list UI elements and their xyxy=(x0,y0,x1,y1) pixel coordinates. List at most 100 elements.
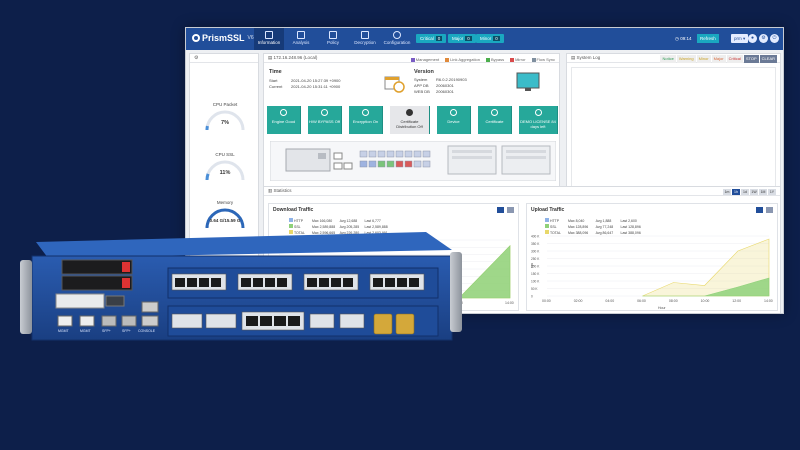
log-clear-button[interactable]: CLEAR xyxy=(759,55,777,63)
refresh-button[interactable]: Refresh xyxy=(697,34,719,43)
drive-bay-2[interactable] xyxy=(61,275,133,291)
alert-minor-badge[interactable]: Minor 0 xyxy=(476,34,504,43)
level-label: Critical xyxy=(728,56,741,61)
chart-title: Download Traffic xyxy=(273,207,314,213)
log-level-notice[interactable]: Notice xyxy=(660,55,676,63)
sidebar-header: ⚙ xyxy=(190,54,258,63)
shield-icon xyxy=(329,31,337,39)
server-icon xyxy=(450,109,457,116)
resource-gauges-panel: ⚙ CPU Packet 7% CPU SSL 11% Memory 0.64 … xyxy=(189,53,259,257)
tag-icon xyxy=(534,109,542,116)
monitor-icon xyxy=(265,31,273,39)
tab-decryption[interactable]: Decryption xyxy=(350,28,380,50)
gauge-label: Memory xyxy=(216,200,234,205)
bar-chart-icon: ▥ xyxy=(268,188,273,193)
alert-count: 0 xyxy=(435,36,443,41)
range-1y[interactable]: 1Y xyxy=(768,189,776,195)
x-tick-label: 08:00 xyxy=(669,299,678,303)
series-last: 128,896 xyxy=(628,225,641,229)
range-1w[interactable]: 1W xyxy=(750,189,758,195)
series-last: 6,777 xyxy=(372,219,381,223)
tile-engine[interactable]: Engine Good xyxy=(267,106,301,134)
tile-license[interactable]: DEMO LICENSE 84 days left xyxy=(519,106,558,134)
log-level-filters: Notice Warning Minor Major Critical STOP… xyxy=(660,55,777,63)
logout-icon[interactable]: ⏻ xyxy=(770,34,779,43)
device-address: 172.16.248.96 (Local) xyxy=(273,55,318,60)
list-icon: ▤ xyxy=(571,55,576,60)
kv-value: 20060301 xyxy=(436,89,454,94)
tab-configuration[interactable]: Configuration xyxy=(382,28,412,50)
device-panel-header: ▤ 172.16.248.96 (Local) Management Link … xyxy=(264,54,559,63)
chevron-down-icon: ▾ xyxy=(743,36,746,41)
tile-certificate[interactable]: Certificate xyxy=(478,106,512,134)
port-label: SFP+ xyxy=(102,329,111,333)
y-tick-label: 350 K xyxy=(531,242,540,246)
system-log-panel: ▤ System Log Notice Warning Minor Major … xyxy=(566,53,781,201)
x-tick-label: 00:00 xyxy=(542,299,551,303)
gauge-label: CPU Packet xyxy=(212,102,238,107)
y-tick-label: 150 K xyxy=(531,272,540,276)
clock-icon: ◷ xyxy=(675,36,679,41)
tile-hw-bypass[interactable]: H/W BYPASS Off xyxy=(308,106,342,134)
log-level-critical[interactable]: Critical xyxy=(726,55,743,63)
alert-label: Critical xyxy=(420,36,434,41)
tile-encryption[interactable]: Encryption On xyxy=(349,106,383,134)
user-menu[interactable]: prm ▾ xyxy=(731,34,749,43)
tile-certificate-distribution[interactable]: Certificate Distribution Off xyxy=(390,106,430,134)
brand-logo: PrismSSL V6 xyxy=(192,33,254,43)
y-axis-label: bps xyxy=(531,262,534,268)
level-label: Major xyxy=(713,56,724,61)
chart-icon xyxy=(297,31,305,39)
user-icon[interactable]: ● xyxy=(748,34,757,43)
log-level-warning[interactable]: Warning xyxy=(676,55,696,63)
tab-label: Policy xyxy=(326,40,339,45)
range-1d[interactable]: 1d xyxy=(741,189,749,195)
gauge-memory: Memory 0.64 G/15.59 G xyxy=(190,200,260,229)
server-icon: ▤ xyxy=(268,55,273,60)
chart-settings-icon[interactable] xyxy=(756,207,763,213)
x-tick-label: 04:00 xyxy=(605,299,614,303)
tab-information[interactable]: Information xyxy=(254,28,284,50)
settings-icon[interactable]: ⚙ xyxy=(759,34,768,43)
alert-count: 0 xyxy=(493,36,500,41)
tile-device[interactable]: Device xyxy=(437,106,471,134)
alert-major-badge[interactable]: Major 0 xyxy=(448,34,476,43)
network-module-top xyxy=(167,267,439,299)
range-1m-month[interactable]: 1M xyxy=(759,189,767,195)
alert-critical-badge[interactable]: Critical 0 xyxy=(416,34,447,43)
y-tick-label: 250 K xyxy=(531,257,540,261)
legend-label: Bypass xyxy=(490,57,505,62)
drive-bay-1[interactable] xyxy=(61,259,133,275)
tab-policy[interactable]: Policy xyxy=(318,28,348,50)
range-1m[interactable]: 1m xyxy=(723,189,731,195)
chart-settings-icon[interactable] xyxy=(497,207,504,213)
log-level-major[interactable]: Major xyxy=(711,55,726,63)
clock-time: 09:14 xyxy=(680,36,692,41)
gauge-cpu-ssl: CPU SSL 11% xyxy=(190,152,260,181)
top-navigation-bar: PrismSSL V6 Information Analysis Policy … xyxy=(186,28,783,50)
tab-label: Analysis xyxy=(292,40,310,45)
legend-item: Mirror xyxy=(510,56,526,64)
settings-icon[interactable]: ⚙ xyxy=(194,55,198,61)
network-module-bottom xyxy=(167,305,439,337)
legend-item: Management xyxy=(410,56,439,64)
tab-label: Information xyxy=(257,40,281,45)
tile-label: H/W BYPASS Off xyxy=(309,119,340,124)
x-tick-label: 10:00 xyxy=(701,299,710,303)
tab-analysis[interactable]: Analysis xyxy=(286,28,316,50)
user-name: prm xyxy=(734,36,742,41)
chart-expand-icon[interactable] xyxy=(507,207,514,213)
legend-label: Flow Sync xyxy=(536,57,555,62)
chart-title: Upload Traffic xyxy=(531,207,565,213)
alert-count: 0 xyxy=(465,36,472,41)
y-tick-label: 300 K xyxy=(531,250,540,254)
legend-item: Flow Sync xyxy=(531,56,555,64)
log-stop-button[interactable]: STOP xyxy=(743,55,759,63)
range-1h[interactable]: 1h xyxy=(732,189,740,195)
gauge-cpu-packet: CPU Packet 7% xyxy=(190,102,260,131)
x-tick-label: 14:00 xyxy=(505,301,514,305)
log-list[interactable] xyxy=(571,67,776,197)
chart-expand-icon[interactable] xyxy=(766,207,773,213)
status-tiles: Engine Good H/W BYPASS Off Encryption On… xyxy=(267,106,558,134)
log-level-minor[interactable]: Minor xyxy=(696,55,711,63)
